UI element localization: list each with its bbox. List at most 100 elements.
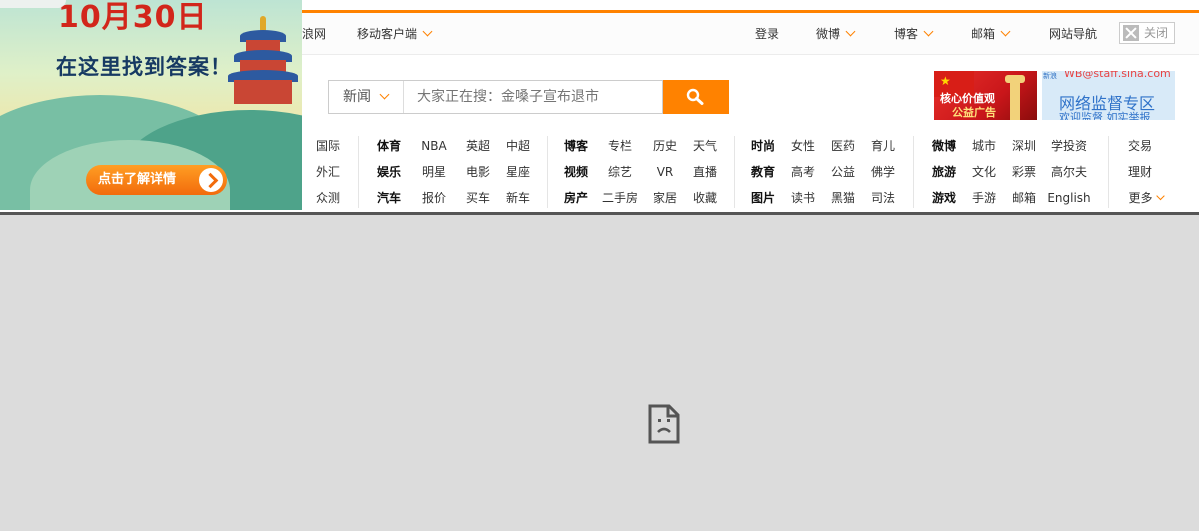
- channel-link[interactable]: 邮箱: [1012, 185, 1036, 211]
- mobile-client-label: 移动客户端: [357, 27, 418, 41]
- divider: [358, 136, 359, 208]
- channel-link[interactable]: 英超: [466, 133, 490, 159]
- sad-document-icon: [648, 404, 680, 444]
- channel-link[interactable]: English: [1047, 185, 1090, 211]
- chevron-down-icon: [422, 26, 433, 37]
- blog-menu[interactable]: 博客: [894, 13, 934, 55]
- channel-link[interactable]: 深圳: [1012, 133, 1036, 159]
- channel-link[interactable]: 旅游: [932, 159, 956, 185]
- chevron-down-icon: [845, 26, 856, 37]
- channel-link[interactable]: 买车: [466, 185, 490, 211]
- monitor-ad[interactable]: 新浪 WB@staff.sina.com 网络监督专区 欢迎监督 如实举报: [1042, 71, 1175, 120]
- channel-link[interactable]: 天气: [693, 133, 717, 159]
- more-label: 更多: [1128, 191, 1153, 205]
- channel-link[interactable]: 医药: [831, 133, 855, 159]
- channel-link[interactable]: 学投资: [1051, 133, 1087, 159]
- channel-link[interactable]: 微博: [932, 133, 956, 159]
- channel-link[interactable]: 众测: [316, 185, 340, 211]
- channel-link[interactable]: 司法: [871, 185, 895, 211]
- search-input[interactable]: [405, 81, 662, 113]
- blog-label: 博客: [894, 27, 919, 41]
- ad-subtitle: 欢迎监督 如实举报: [1059, 111, 1151, 120]
- channel-link[interactable]: VR: [657, 159, 674, 185]
- divider: [547, 136, 548, 208]
- channel-link[interactable]: 新车: [506, 185, 530, 211]
- search-icon: [686, 88, 704, 105]
- channel-link[interactable]: 交易: [1128, 133, 1152, 159]
- channel-link[interactable]: 汽车: [377, 185, 401, 211]
- channel-link[interactable]: 收藏: [693, 185, 717, 211]
- search-button[interactable]: [663, 80, 729, 114]
- site-home-link[interactable]: 浪网: [302, 13, 326, 55]
- mobile-client-menu[interactable]: 移动客户端: [357, 13, 433, 55]
- channel-link[interactable]: 历史: [653, 133, 677, 159]
- chevron-down-icon: [1156, 191, 1165, 201]
- channel-link[interactable]: 黑猫: [831, 185, 855, 211]
- channel-link[interactable]: 中超: [506, 133, 530, 159]
- star-icon: ★: [940, 74, 951, 88]
- channel-link[interactable]: 读书: [791, 185, 815, 211]
- channel-link[interactable]: 时尚: [751, 133, 775, 159]
- channel-link[interactable]: 城市: [972, 133, 996, 159]
- channel-link[interactable]: 彩票: [1012, 159, 1036, 185]
- channel-link[interactable]: 专栏: [608, 133, 632, 159]
- promo-banner[interactable]: 10月30日 在这里找到答案！ 点击了解详情: [0, 0, 302, 210]
- mail-menu[interactable]: 邮箱: [971, 13, 1011, 55]
- channel-link[interactable]: 游戏: [932, 185, 956, 211]
- channel-link[interactable]: 国际: [316, 133, 340, 159]
- close-icon: [1123, 25, 1139, 41]
- close-label: 关闭: [1144, 26, 1169, 40]
- banner-cta-label: 点击了解详情: [98, 172, 177, 187]
- banner-cta-button[interactable]: 点击了解详情: [86, 165, 227, 195]
- search-category-label: 新闻: [343, 89, 371, 105]
- arrow-right-icon: [199, 168, 223, 192]
- channel-link[interactable]: 博客: [564, 133, 588, 159]
- more-menu[interactable]: 更多: [1128, 185, 1165, 211]
- frame-border: [0, 212, 1199, 215]
- divider: [913, 136, 914, 208]
- site-navigation-link[interactable]: 网站导航: [1049, 13, 1097, 55]
- channel-link[interactable]: 佛学: [871, 159, 895, 185]
- channel-link[interactable]: 高考: [791, 159, 815, 185]
- weibo-label: 微博: [816, 27, 841, 41]
- weibo-menu[interactable]: 微博: [816, 13, 856, 55]
- channel-link[interactable]: 文化: [972, 159, 996, 185]
- channel-link[interactable]: 公益: [831, 159, 855, 185]
- banner-tab: [0, 0, 66, 8]
- chevron-down-icon: [379, 89, 390, 100]
- channel-link[interactable]: 体育: [377, 133, 401, 159]
- channel-link[interactable]: 二手房: [602, 185, 638, 211]
- channel-link[interactable]: 育儿: [871, 133, 895, 159]
- channel-link[interactable]: 手游: [972, 185, 996, 211]
- channel-link[interactable]: 娱乐: [377, 159, 401, 185]
- channel-link[interactable]: NBA: [421, 133, 446, 159]
- channel-link[interactable]: 视频: [564, 159, 588, 185]
- channel-link[interactable]: 高尔夫: [1051, 159, 1087, 185]
- divider: [1108, 136, 1109, 208]
- channel-link[interactable]: 教育: [751, 159, 775, 185]
- top-nav-bar: 浪网 移动客户端 登录 微博 博客 邮箱 网站导航 关闭: [302, 13, 1199, 55]
- channel-link[interactable]: 家居: [653, 185, 677, 211]
- sina-header: 浪网 移动客户端 登录 微博 博客 邮箱 网站导航 关闭 新闻 ★ 核心价值观 …: [0, 0, 1199, 212]
- channel-link[interactable]: 报价: [422, 185, 446, 211]
- search-category-select[interactable]: 新闻: [329, 81, 404, 113]
- core-values-ad[interactable]: ★ 核心价值观 公益广告: [934, 71, 1037, 120]
- channel-link[interactable]: 外汇: [316, 159, 340, 185]
- channel-link[interactable]: 房产: [564, 185, 588, 211]
- channel-link[interactable]: 图片: [751, 185, 775, 211]
- channel-link[interactable]: 明星: [422, 159, 446, 185]
- chevron-down-icon: [1000, 26, 1011, 37]
- divider: [734, 136, 735, 208]
- ad-email: WB@staff.sina.com: [1064, 71, 1171, 80]
- channel-link[interactable]: 综艺: [608, 159, 632, 185]
- chevron-down-icon: [923, 26, 934, 37]
- login-link[interactable]: 登录: [755, 13, 779, 55]
- ad-text: 公益广告: [952, 106, 996, 119]
- channel-link[interactable]: 星座: [506, 159, 530, 185]
- search-box: 新闻: [328, 80, 663, 114]
- channel-link[interactable]: 女性: [791, 133, 815, 159]
- channel-link[interactable]: 电影: [466, 159, 490, 185]
- close-button[interactable]: 关闭: [1119, 22, 1175, 44]
- channel-link[interactable]: 直播: [693, 159, 717, 185]
- channel-link[interactable]: 理财: [1128, 159, 1152, 185]
